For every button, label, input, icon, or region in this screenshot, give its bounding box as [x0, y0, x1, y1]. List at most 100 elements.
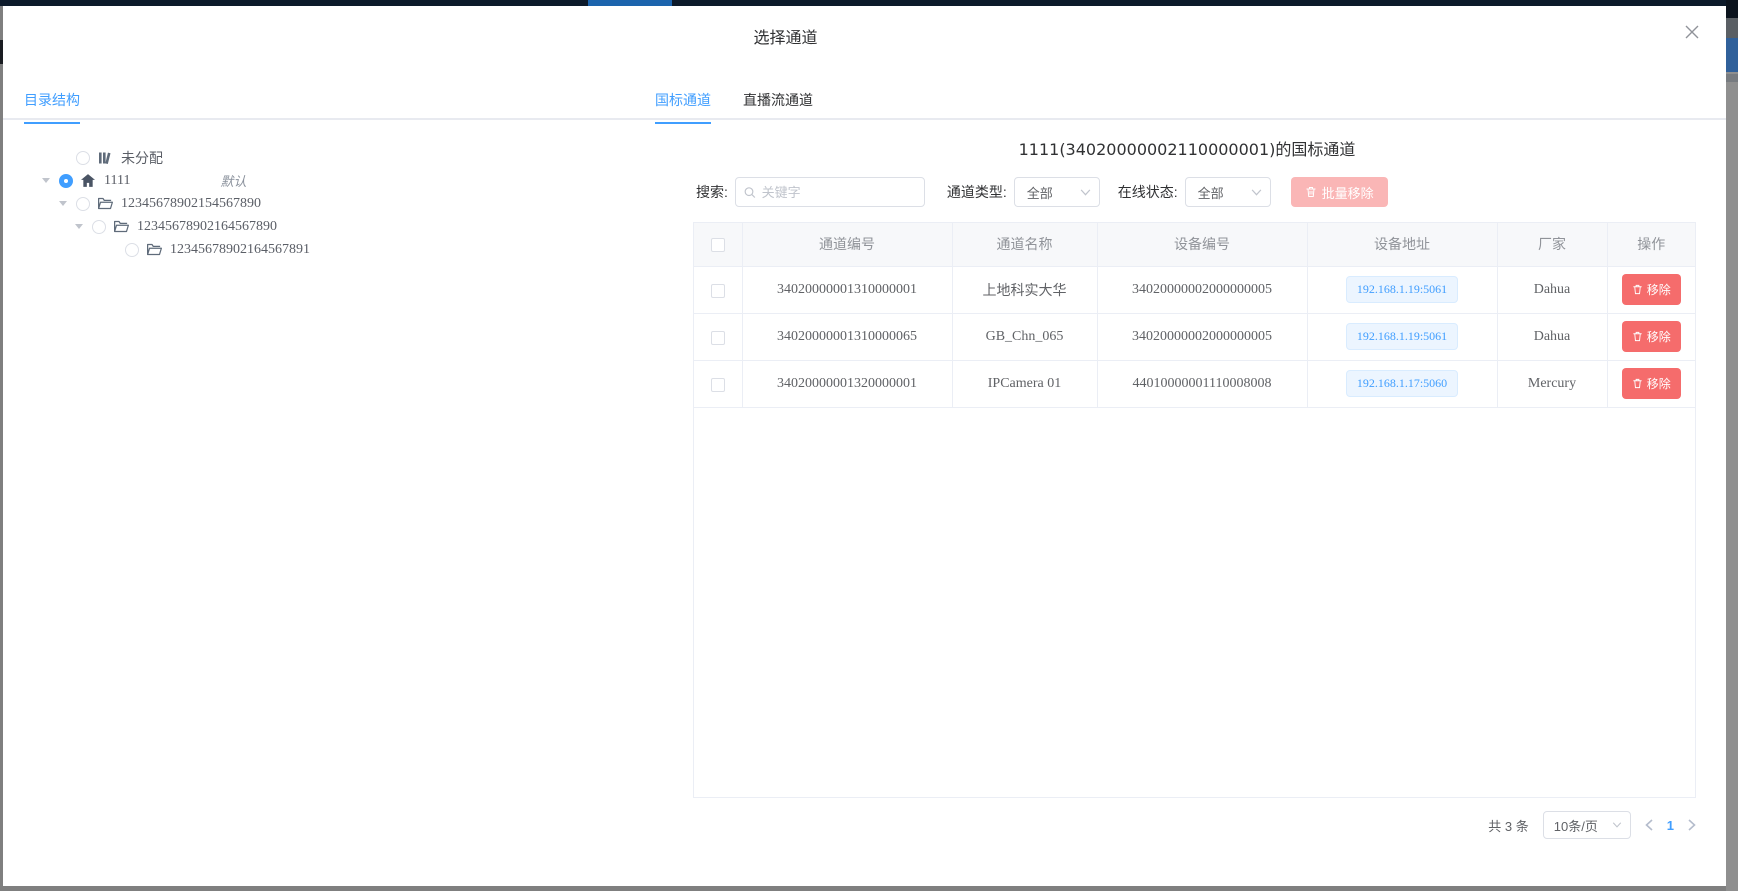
cell-channel-name: IPCamera 01	[952, 360, 1097, 407]
batch-remove-button[interactable]: 批量移除	[1291, 177, 1388, 207]
device-address-tag: 192.168.1.19:5061	[1346, 276, 1458, 303]
trash-icon	[1632, 378, 1643, 389]
scrollbar-track-band	[1726, 74, 1738, 82]
pagination-total: 共 3 条	[1488, 816, 1528, 835]
page-number-1[interactable]: 1	[1667, 818, 1674, 833]
expand-caret-icon[interactable]	[42, 174, 59, 187]
search-icon	[744, 186, 756, 199]
chevron-left-icon	[1645, 819, 1653, 831]
cell-device-id: 34020000002000000005	[1097, 313, 1307, 360]
header-device-address: 设备地址	[1307, 223, 1497, 266]
next-page-button[interactable]	[1688, 819, 1696, 831]
select-all-checkbox[interactable]	[711, 238, 725, 252]
browser-scrollbar[interactable]	[1726, 0, 1738, 891]
row-checkbox[interactable]	[711, 331, 725, 345]
table-row: 34020000001310000001 上地科实大华 340200000020…	[694, 266, 1695, 313]
online-status-select[interactable]: 全部	[1185, 177, 1271, 207]
chevron-down-icon	[1612, 822, 1622, 828]
cell-device-id: 34020000002000000005	[1097, 266, 1307, 313]
remove-button[interactable]: 移除	[1622, 321, 1681, 352]
tabs-separator-line	[3, 118, 1726, 120]
channel-type-label: 通道类型:	[947, 182, 1007, 202]
dialog-title: 选择通道	[3, 24, 1568, 48]
panel-heading: 1111(34020000002110000001)的国标通道	[658, 136, 1716, 160]
batch-remove-label: 批量移除	[1322, 183, 1374, 202]
device-address-tag: 192.168.1.17:5060	[1346, 370, 1458, 397]
table-row: 34020000001320000001 IPCamera 01 4401000…	[694, 360, 1695, 407]
tree-node-label: 12345678902154567890	[121, 196, 261, 212]
header-device-id: 设备编号	[1097, 223, 1307, 266]
remove-button[interactable]: 移除	[1622, 368, 1681, 399]
row-checkbox[interactable]	[711, 284, 725, 298]
online-status-label: 在线状态:	[1118, 182, 1178, 202]
cell-channel-id: 34020000001320000001	[742, 360, 952, 407]
header-vendor: 厂家	[1497, 223, 1607, 266]
tree-node-folder-2[interactable]: 12345678902164567890	[3, 215, 653, 238]
table-row: 34020000001310000065 GB_Chn_065 34020000…	[694, 313, 1695, 360]
pagination: 共 3 条 10条/页 1	[658, 811, 1716, 839]
prev-page-button[interactable]	[1645, 819, 1653, 831]
tree-node-label: 12345678902164567890	[137, 219, 277, 235]
tree-node-folder-1[interactable]: 12345678902154567890	[3, 192, 653, 215]
tree-node-folder-3[interactable]: 12345678902164567891	[3, 238, 653, 261]
radio-unassigned[interactable]	[76, 151, 90, 165]
remove-button[interactable]: 移除	[1622, 274, 1681, 305]
cell-channel-id: 34020000001310000065	[742, 313, 952, 360]
online-status-value: 全部	[1198, 183, 1224, 202]
cell-vendor: Dahua	[1497, 266, 1607, 313]
remove-label: 移除	[1647, 328, 1671, 345]
cell-vendor: Dahua	[1497, 313, 1607, 360]
channel-type-value: 全部	[1027, 183, 1053, 202]
search-input[interactable]	[762, 185, 916, 200]
tree-node-label: 12345678902164567891	[170, 242, 310, 258]
tree-node-unassigned[interactable]: 未分配	[3, 146, 653, 169]
trash-icon	[1632, 331, 1643, 342]
header-action: 操作	[1607, 223, 1695, 266]
scrollbar-thumb[interactable]	[1726, 38, 1738, 72]
gb-channel-panel: 1111(34020000002110000001)的国标通道 搜索: 通道类型…	[658, 124, 1716, 839]
tree-node-label: 1111	[104, 173, 130, 189]
scrollbar-track-upper	[1726, 18, 1738, 38]
header-channel-name: 通道名称	[952, 223, 1097, 266]
page-bottom-edge	[0, 886, 1726, 891]
close-icon[interactable]	[1682, 22, 1702, 42]
channel-table-wrap: 通道编号 通道名称 设备编号 设备地址 厂家 操作 34020000001310…	[693, 222, 1696, 798]
remove-label: 移除	[1647, 375, 1671, 392]
tree-node-1111[interactable]: 1111 默认	[3, 169, 653, 192]
select-channel-dialog: 选择通道 目录结构 国标通道 直播流通道 未分配	[3, 6, 1726, 886]
radio-folder-1[interactable]	[76, 197, 90, 211]
folder-icon	[114, 219, 130, 234]
tab-gb-channel[interactable]: 国标通道	[655, 90, 711, 124]
channel-table: 通道编号 通道名称 设备编号 设备地址 厂家 操作 34020000001310…	[694, 223, 1695, 408]
chevron-down-icon	[1080, 189, 1091, 196]
trash-icon	[1632, 284, 1643, 295]
scrollbar-top	[1726, 0, 1738, 18]
header-select-all	[694, 223, 742, 266]
tab-directory-structure[interactable]: 目录结构	[24, 90, 80, 124]
expand-caret-icon[interactable]	[59, 197, 76, 210]
directory-tree: 未分配 1111 默认 12345678902154567890	[3, 146, 653, 261]
folder-icon	[98, 196, 114, 211]
cell-channel-name: 上地科实大华	[952, 266, 1097, 313]
radio-1111-checked[interactable]	[59, 174, 73, 188]
row-checkbox[interactable]	[711, 378, 725, 392]
expand-caret-icon[interactable]	[75, 220, 92, 233]
cell-channel-name: GB_Chn_065	[952, 313, 1097, 360]
device-address-tag: 192.168.1.19:5061	[1346, 323, 1458, 350]
search-box	[735, 177, 925, 207]
tree-node-label: 未分配	[121, 148, 163, 168]
remove-label: 移除	[1647, 281, 1671, 298]
page-size-select[interactable]: 10条/页	[1543, 811, 1631, 839]
header-channel-id: 通道编号	[742, 223, 952, 266]
search-label: 搜索:	[696, 182, 728, 202]
page-size-value: 10条/页	[1554, 816, 1598, 835]
tree-node-default-badge: 默认	[220, 171, 246, 190]
chevron-down-icon	[1251, 189, 1262, 196]
folder-icon	[147, 242, 163, 257]
home-icon	[81, 173, 97, 188]
cell-channel-id: 34020000001310000001	[742, 266, 952, 313]
radio-folder-2[interactable]	[92, 220, 106, 234]
tab-live-stream-channel[interactable]: 直播流通道	[743, 90, 813, 122]
radio-folder-3[interactable]	[125, 243, 139, 257]
channel-type-select[interactable]: 全部	[1014, 177, 1100, 207]
